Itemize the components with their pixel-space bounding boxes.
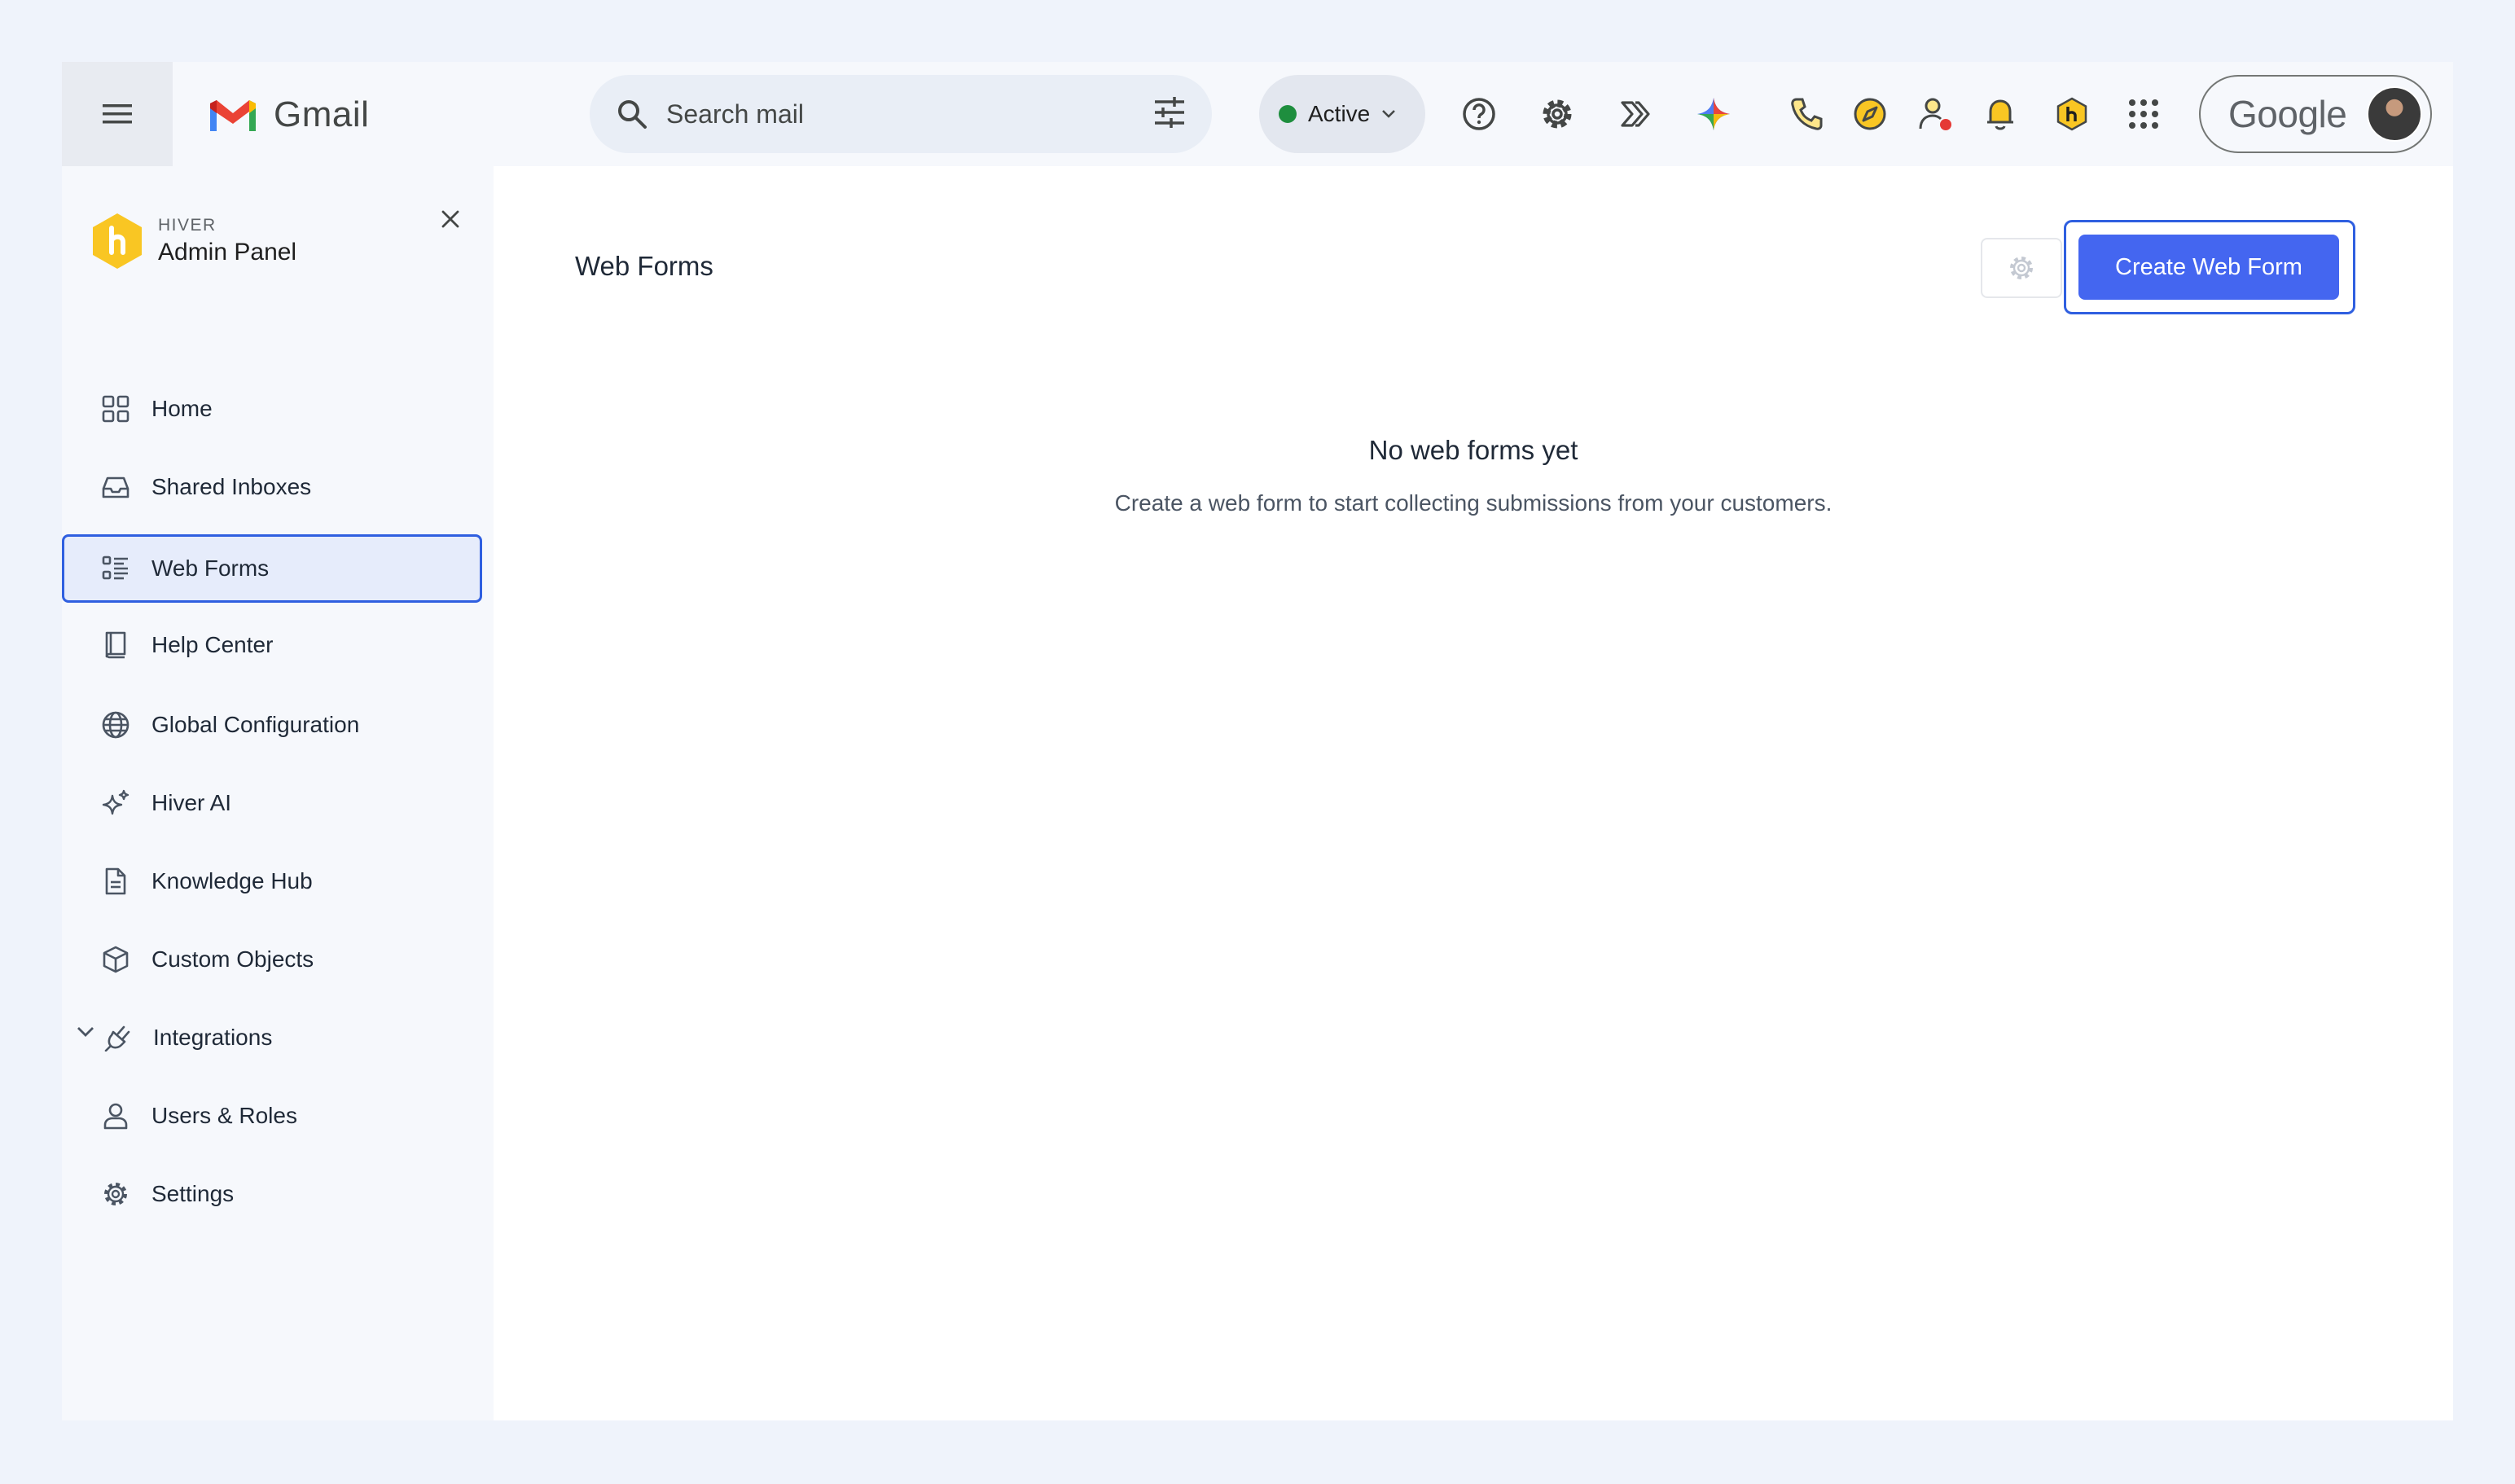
gemini-button[interactable]: [1694, 94, 1733, 134]
sidebar-item-label: Global Configuration: [151, 712, 360, 737]
sidebar-item-label: Help Center: [151, 632, 274, 657]
sidebar-item-label: Settings: [151, 1181, 235, 1206]
sidebar-item-home[interactable]: Home: [62, 375, 482, 443]
user-status-button[interactable]: [1916, 94, 1955, 134]
hamburger-icon: [103, 104, 132, 124]
globe-icon: [101, 710, 130, 740]
brand-label: HIVER Admin Panel: [158, 216, 296, 266]
chevron-down-icon: [1382, 110, 1396, 118]
main-menu-button[interactable]: [62, 62, 173, 166]
sidebar-item-settings[interactable]: Settings: [62, 1160, 482, 1228]
search-icon[interactable]: [616, 98, 648, 130]
inbox-icon: [101, 472, 130, 502]
phone-icon: [1791, 98, 1823, 130]
admin-panel-title: Admin Panel: [158, 239, 297, 266]
sidebar-item-integrations[interactable]: Integrations: [62, 1003, 482, 1072]
create-web-form-button[interactable]: Create Web Form: [2078, 235, 2339, 300]
gear-icon: [1543, 99, 1572, 129]
sidebar-item-global-configuration[interactable]: Global Configuration: [62, 691, 482, 759]
main-content: Web Forms Create Web Form No web forms y…: [494, 166, 2453, 1420]
user-icon: [101, 1101, 130, 1131]
gmail-logo[interactable]: Gmail: [207, 91, 369, 138]
web-forms-settings-button[interactable]: [1981, 238, 2062, 298]
close-panel-button[interactable]: [430, 199, 471, 239]
notifications-button[interactable]: [1981, 94, 2020, 134]
phone-button[interactable]: [1787, 94, 1826, 134]
book-icon: [101, 630, 130, 660]
sidebar-item-label: Home: [151, 396, 213, 421]
search-bar[interactable]: [590, 75, 1212, 153]
sidebar-item-label: Web Forms: [151, 555, 270, 581]
sidebar-item-hiver-ai[interactable]: Hiver AI: [62, 769, 482, 837]
document-icon: [101, 867, 130, 896]
empty-state-title: No web forms yet: [1368, 435, 1578, 465]
double-chevron-icon: [1621, 101, 1650, 127]
filter-options-icon[interactable]: [1152, 94, 1187, 130]
sidebar-item-web-forms[interactable]: Web Forms: [62, 534, 482, 603]
sidebar-item-label: Shared Inboxes: [151, 474, 312, 499]
hiver-brand: HIVER Admin Panel: [90, 212, 296, 270]
sidebar-item-shared-inboxes[interactable]: Shared Inboxes: [62, 453, 482, 521]
plug-icon: [103, 1023, 132, 1052]
cube-icon: [101, 945, 130, 974]
gemini-spark-icon: [1697, 98, 1730, 130]
app-window: Gmail Active: [62, 62, 2453, 1420]
sidebar-item-label: Hiver AI: [151, 790, 232, 815]
sidebar-item-label: Knowledge Hub: [151, 868, 313, 893]
avatar: [2367, 86, 2422, 142]
shortcuts-button[interactable]: [1616, 94, 1655, 134]
gmail-m-icon: [210, 100, 256, 131]
sidebar-item-label: Integrations: [153, 1025, 273, 1050]
status-dropdown[interactable]: Active: [1259, 75, 1425, 153]
page-title: Web Forms: [575, 251, 713, 281]
explore-button[interactable]: [1850, 94, 1890, 134]
brand-small-text: HIVER: [158, 216, 217, 235]
bell-icon: [1987, 99, 2013, 130]
form-list-icon: [101, 554, 130, 583]
google-apps-button[interactable]: [2124, 94, 2163, 134]
help-icon: [1463, 98, 1495, 130]
admin-sidebar: HIVER Admin Panel Home Shared Inboxes We…: [62, 166, 494, 1420]
hiver-extension-button[interactable]: [2052, 94, 2091, 134]
status-dot: [1279, 105, 1297, 123]
apps-grid-icon: [2129, 99, 2158, 129]
sidebar-item-label: Custom Objects: [151, 946, 314, 972]
settings-button[interactable]: [1538, 94, 1577, 134]
sparkles-icon: [101, 788, 130, 818]
status-label: Active: [1308, 101, 1371, 126]
sidebar-item-knowledge-hub[interactable]: Knowledge Hub: [62, 847, 482, 915]
hiver-logo-icon: [2056, 97, 2087, 131]
google-account-button[interactable]: Google: [2199, 75, 2432, 153]
chevron-down-icon[interactable]: [77, 1026, 94, 1038]
app-name: Gmail: [274, 94, 370, 134]
grid-icon: [101, 394, 130, 424]
user-alert-icon: [1919, 98, 1951, 130]
search-input[interactable]: [666, 99, 1090, 130]
sidebar-item-label: Users & Roles: [151, 1103, 297, 1128]
compass-icon: [1854, 98, 1886, 130]
gear-icon: [2010, 257, 2033, 279]
gear-icon: [101, 1179, 130, 1209]
sidebar-item-help-center[interactable]: Help Center: [62, 611, 482, 679]
sidebar-item-custom-objects[interactable]: Custom Objects: [62, 925, 482, 994]
google-wordmark: Google: [2228, 93, 2347, 135]
sidebar-item-users-roles[interactable]: Users & Roles: [62, 1082, 482, 1150]
close-icon: [441, 210, 459, 228]
help-button[interactable]: [1459, 94, 1499, 134]
empty-state-description: Create a web form to start collecting su…: [1114, 490, 1832, 516]
hiver-logo-icon: [93, 213, 142, 269]
